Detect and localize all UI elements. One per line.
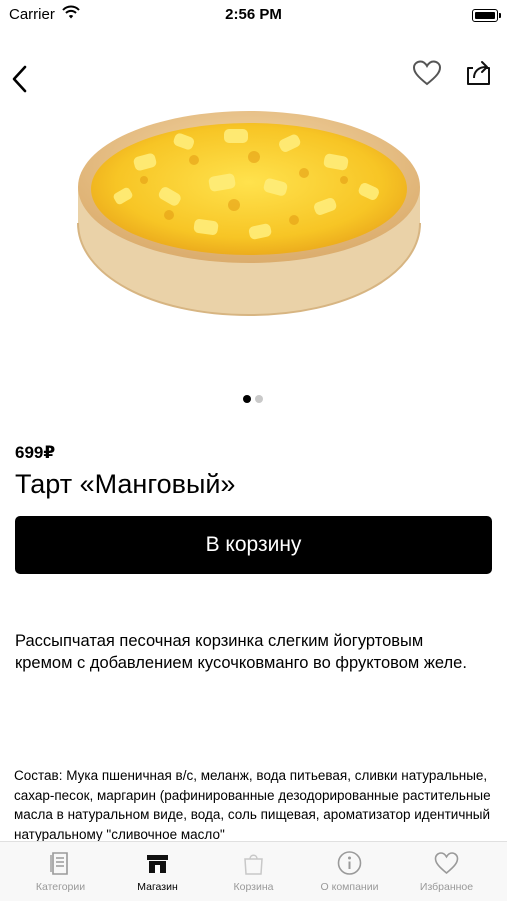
tab-label: Корзина <box>233 881 274 893</box>
product-image[interactable] <box>74 105 424 320</box>
tab-label: Магазин <box>137 881 178 893</box>
tab-label: Категории <box>35 881 86 893</box>
tab-favorites[interactable]: Избранное <box>396 842 497 901</box>
tab-cart[interactable]: Корзина <box>203 842 304 901</box>
page-dot-active <box>243 395 251 403</box>
catalog-icon <box>50 852 68 875</box>
store-icon <box>147 855 168 873</box>
tab-categories[interactable]: Категории <box>10 842 111 901</box>
back-chevron-icon[interactable] <box>6 62 34 96</box>
tab-bar: Категории Магазин Корзина О компании Изб… <box>0 841 507 901</box>
favorite-heart-icon[interactable] <box>411 58 443 88</box>
heart-icon <box>434 852 459 875</box>
product-composition: Состав: Мука пшеничная в/с, меланж, вода… <box>14 768 491 842</box>
status-bar: Carrier 2:56 PM <box>0 0 507 30</box>
page-dot-inactive <box>255 395 263 403</box>
image-page-indicator[interactable] <box>243 395 267 405</box>
tab-store[interactable]: Магазин <box>107 842 208 901</box>
bag-icon <box>244 854 263 875</box>
add-to-cart-button[interactable]: В корзину <box>15 516 492 574</box>
product-title: Тарт «Манговый» <box>15 469 236 499</box>
share-icon[interactable] <box>463 56 495 88</box>
product-description: Рассыпчатая песочная корзинка слегким йо… <box>15 632 467 672</box>
info-icon <box>337 851 362 875</box>
tab-label: Избранное <box>419 881 474 893</box>
tab-about[interactable]: О компании <box>299 842 400 901</box>
tab-label: О компании <box>320 881 379 893</box>
battery-icon <box>472 9 501 22</box>
product-price: 699₽ <box>15 443 56 462</box>
clock: 2:56 PM <box>225 6 282 23</box>
